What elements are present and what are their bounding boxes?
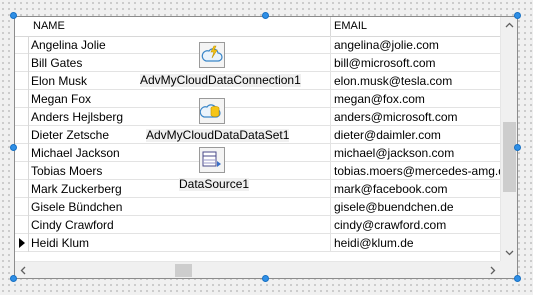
vertical-scroll-thumb[interactable] [503, 122, 516, 192]
cell-email[interactable]: anders@microsoft.com [331, 108, 501, 126]
selection-handle-top-right[interactable] [514, 12, 521, 19]
cell-email[interactable]: elon.musk@tesla.com [331, 72, 501, 90]
selection-handle-bottom-center[interactable] [262, 275, 269, 282]
horizontal-scrollbar[interactable] [15, 261, 501, 278]
cell-name[interactable]: Cindy Crawford [30, 216, 331, 234]
table-row[interactable]: Heidi Klum heidi@klum.de [15, 234, 501, 252]
table-row[interactable]: Megan Fox megan@fox.com [15, 90, 501, 108]
column-header-email[interactable]: EMAIL [331, 17, 501, 36]
cell-email[interactable]: gisele@buendchen.de [331, 198, 501, 216]
chevron-right-icon [490, 266, 496, 275]
cell-name[interactable]: Anders Hejlsberg [30, 108, 331, 126]
row-indicator[interactable] [15, 126, 29, 144]
column-header-name[interactable]: NAME [30, 17, 331, 36]
cell-email[interactable]: angelina@jolie.com [331, 36, 501, 54]
datasource-icon [199, 147, 225, 173]
cell-name[interactable]: Michael Jackson [30, 144, 331, 162]
scroll-up-button[interactable] [501, 17, 517, 34]
chevron-left-icon [20, 266, 26, 275]
cell-email[interactable]: megan@fox.com [331, 90, 501, 108]
cell-email[interactable]: mark@facebook.com [331, 180, 501, 198]
row-indicator[interactable] [15, 180, 29, 198]
selection-handle-middle-right[interactable] [514, 144, 521, 151]
data-grid[interactable]: NAME EMAIL Angelina Jolie angelina@jolie.… [14, 16, 518, 279]
cell-email[interactable]: heidi@klum.de [331, 234, 501, 252]
scroll-left-button[interactable] [15, 262, 32, 278]
table-row[interactable]: Tobias Moers tobias.moers@mercedes-amg.de [15, 162, 512, 180]
row-indicator[interactable] [15, 108, 29, 126]
row-indicator[interactable] [15, 144, 29, 162]
table-row[interactable]: Angelina Jolie angelina@jolie.com [15, 36, 501, 54]
row-indicator[interactable] [15, 90, 29, 108]
selection-handle-top-left[interactable] [10, 12, 17, 19]
row-indicator[interactable] [15, 234, 29, 252]
cell-email[interactable]: michael@jackson.com [331, 144, 501, 162]
table-row[interactable]: Bill Gates bill@microsoft.com [15, 54, 501, 72]
cell-name[interactable]: Angelina Jolie [30, 36, 331, 54]
cell-email[interactable]: bill@microsoft.com [331, 54, 501, 72]
row-indicator[interactable] [15, 54, 29, 72]
row-indicator[interactable] [15, 36, 29, 54]
selection-handle-bottom-right[interactable] [514, 275, 521, 282]
row-indicator[interactable] [15, 216, 29, 234]
component-label: AdvMyCloudDataConnection1 [140, 73, 301, 87]
cell-email[interactable]: cindy@crawford.com [331, 216, 501, 234]
row-indicator[interactable] [15, 162, 29, 180]
selection-handle-middle-left[interactable] [10, 144, 17, 151]
horizontal-scroll-thumb[interactable] [175, 264, 192, 277]
table-row[interactable]: Anders Hejlsberg anders@microsoft.com [15, 108, 501, 126]
table-row[interactable]: Mark Zuckerberg mark@facebook.com [15, 180, 501, 198]
component-label: AdvMyCloudDataDataSet1 [146, 128, 290, 142]
row-indicator[interactable] [15, 198, 29, 216]
chevron-down-icon [505, 250, 514, 256]
grid-header: NAME EMAIL [15, 17, 501, 37]
cell-name[interactable]: Gisele Bündchen [30, 198, 331, 216]
selection-handle-top-center[interactable] [262, 12, 269, 19]
cell-email[interactable]: tobias.moers@mercedes-amg.de [331, 162, 512, 180]
scroll-right-button[interactable] [484, 262, 501, 278]
cloud-connection-icon [199, 42, 225, 68]
chevron-up-icon [505, 22, 514, 28]
cell-name[interactable]: Megan Fox [30, 90, 331, 108]
row-indicator[interactable] [15, 72, 29, 90]
cell-name[interactable]: Heidi Klum [30, 234, 331, 252]
selection-handle-bottom-left[interactable] [10, 275, 17, 282]
component-label: DataSource1 [179, 177, 250, 191]
table-row[interactable]: Gisele Bündchen gisele@buendchen.de [15, 198, 501, 216]
table-row[interactable]: Cindy Crawford cindy@crawford.com [15, 216, 501, 234]
cloud-dataset-icon [199, 98, 225, 124]
vertical-scrollbar[interactable] [500, 17, 517, 261]
cell-email[interactable]: dieter@daimler.com [331, 126, 501, 144]
current-row-arrow-icon [19, 238, 25, 248]
scroll-down-button[interactable] [501, 244, 517, 261]
table-row[interactable]: Michael Jackson michael@jackson.com [15, 144, 501, 162]
cell-name[interactable]: Bill Gates [30, 54, 331, 72]
